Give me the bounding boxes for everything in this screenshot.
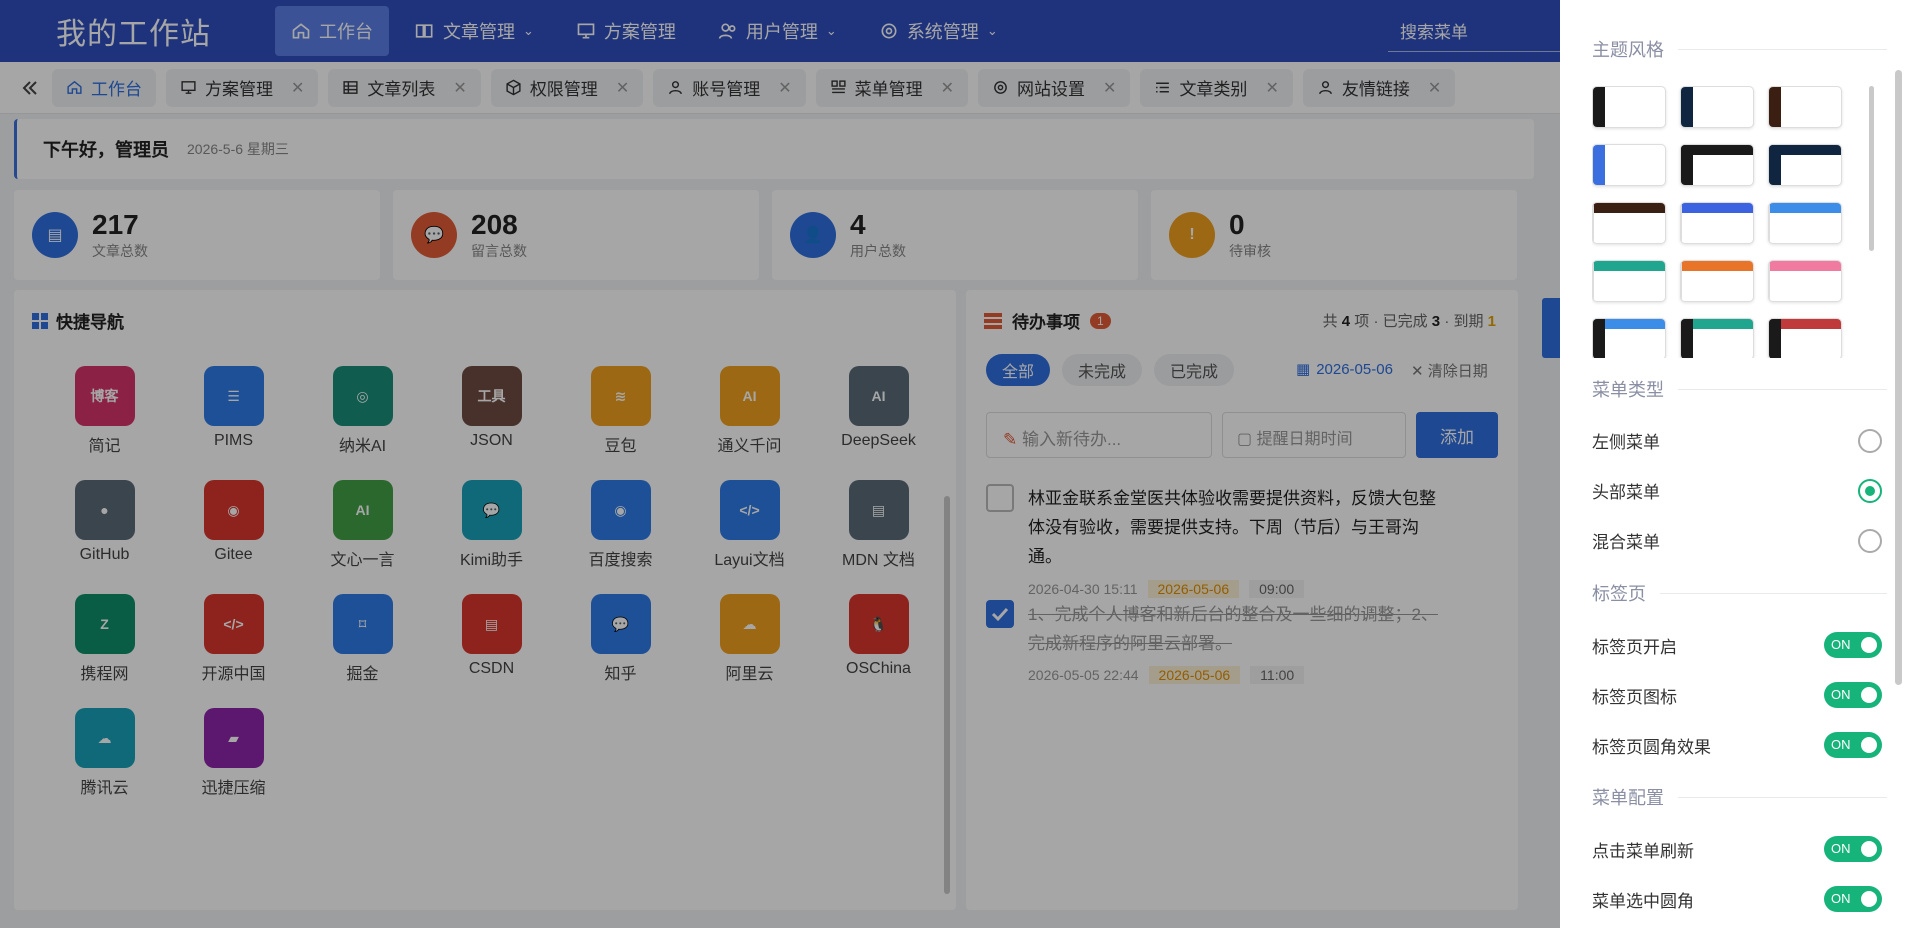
radio-button[interactable] [1858, 478, 1882, 503]
setting-label: 标签页图标 [1592, 687, 1677, 707]
tabs-section-title: 标签页 [1592, 580, 1887, 606]
setting-label: 菜单选中圆角 [1592, 891, 1694, 911]
theme-swatch[interactable] [1680, 318, 1754, 358]
theme-swatch[interactable] [1768, 86, 1842, 128]
menu-type-label: 左侧菜单 [1592, 433, 1660, 452]
theme-swatches [1592, 86, 1856, 358]
settings-drawer: 主题风格 菜单类型 左侧菜单头部菜单混合菜单 标签页 标签页开启 ON 标签页图标 O… [1560, 0, 1910, 928]
tabs-title-text: 标签页 [1592, 584, 1646, 604]
theme-swatch[interactable] [1592, 318, 1666, 358]
menu-type-section-title: 菜单类型 [1592, 376, 1887, 402]
theme-swatch[interactable] [1592, 86, 1666, 128]
setting-option: 菜单选中圆角 ON [1592, 886, 1882, 912]
toggle-state: ON [1831, 687, 1851, 702]
radio-button[interactable] [1858, 528, 1882, 553]
setting-label: 标签页圆角效果 [1592, 737, 1711, 757]
menu-config-section-title: 菜单配置 [1592, 784, 1887, 810]
drawer-scrollbar[interactable] [1895, 70, 1902, 685]
theme-swatch[interactable] [1768, 202, 1842, 244]
theme-swatch[interactable] [1592, 202, 1666, 244]
theme-swatch[interactable] [1592, 260, 1666, 302]
toggle-switch[interactable]: ON [1824, 836, 1882, 862]
menu-type-option[interactable]: 左侧菜单 [1592, 428, 1882, 453]
setting-option: 点击菜单刷新 ON [1592, 836, 1882, 862]
theme-swatch[interactable] [1680, 202, 1754, 244]
toggle-state: ON [1831, 891, 1851, 906]
theme-scrollbar[interactable] [1867, 78, 1877, 358]
menu-type-label: 混合菜单 [1592, 533, 1660, 552]
toggle-state: ON [1831, 637, 1851, 652]
setting-option: 标签页圆角效果 ON [1592, 732, 1882, 758]
theme-swatch[interactable] [1592, 144, 1666, 186]
toggle-state: ON [1831, 737, 1851, 752]
toggle-switch[interactable]: ON [1824, 886, 1882, 912]
menu-type-option[interactable]: 头部菜单 [1592, 478, 1882, 503]
setting-label: 标签页开启 [1592, 637, 1677, 657]
theme-swatch[interactable] [1768, 318, 1842, 358]
theme-swatch[interactable] [1768, 144, 1842, 186]
theme-title-text: 主题风格 [1592, 40, 1664, 60]
setting-option: 标签页开启 ON [1592, 632, 1882, 658]
menu-type-label: 头部菜单 [1592, 483, 1660, 502]
theme-swatch[interactable] [1680, 86, 1754, 128]
app-root: 我的工作站 工作台 文章管理 ⌄ 方案管理 用户管理 ⌄ 系统管理 ⌄ 搜索菜单 工作台 方案管… [0, 0, 1910, 928]
menu-type-title-text: 菜单类型 [1592, 380, 1664, 400]
toggle-switch[interactable]: ON [1824, 682, 1882, 708]
toggle-switch[interactable]: ON [1824, 632, 1882, 658]
theme-swatch[interactable] [1680, 260, 1754, 302]
menu-config-title-text: 菜单配置 [1592, 788, 1664, 808]
toggle-switch[interactable]: ON [1824, 732, 1882, 758]
toggle-state: ON [1831, 841, 1851, 856]
theme-section-title: 主题风格 [1592, 36, 1887, 62]
setting-label: 点击菜单刷新 [1592, 841, 1694, 861]
radio-button[interactable] [1858, 428, 1882, 453]
menu-type-option[interactable]: 混合菜单 [1592, 528, 1882, 553]
setting-option: 标签页图标 ON [1592, 682, 1882, 708]
theme-swatch[interactable] [1768, 260, 1842, 302]
theme-swatch[interactable] [1680, 144, 1754, 186]
